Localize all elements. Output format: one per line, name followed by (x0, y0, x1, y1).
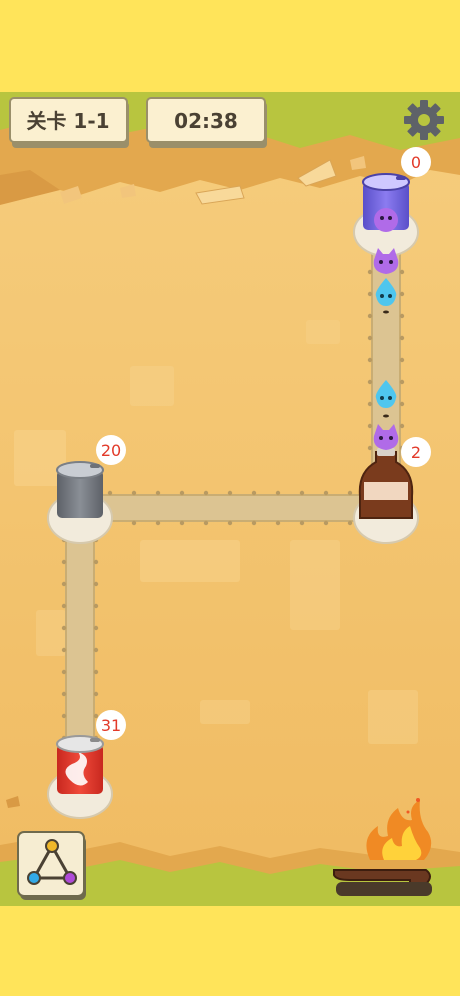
track-gap (383, 310, 389, 314)
settings-button[interactable] (404, 100, 444, 140)
count-badge-gray: 20 (96, 435, 126, 465)
gray-can-count: 20 (101, 441, 121, 460)
count-badge-purple: 0 (401, 147, 431, 177)
cola-bottle-count: 2 (411, 443, 421, 462)
count-badge-red: 31 (96, 710, 126, 740)
timer-box: 02:38 (146, 97, 267, 148)
red-can-station[interactable] (47, 735, 113, 819)
network-button[interactable] (17, 831, 86, 900)
purple-can-count: 0 (411, 153, 421, 172)
gray-can-station[interactable] (47, 461, 113, 544)
count-badge-cola: 2 (401, 437, 431, 467)
top-frame (0, 0, 460, 92)
track-gap (383, 414, 389, 418)
level-label-box: 关卡 1-1 (9, 97, 129, 148)
bottom-frame (0, 906, 460, 996)
red-can-count: 31 (101, 716, 121, 735)
level-label: 关卡 1-1 (26, 109, 109, 133)
gear-icon[interactable] (404, 100, 444, 140)
timer-value: 02:38 (174, 109, 238, 133)
purple-can-station[interactable] (353, 173, 419, 257)
